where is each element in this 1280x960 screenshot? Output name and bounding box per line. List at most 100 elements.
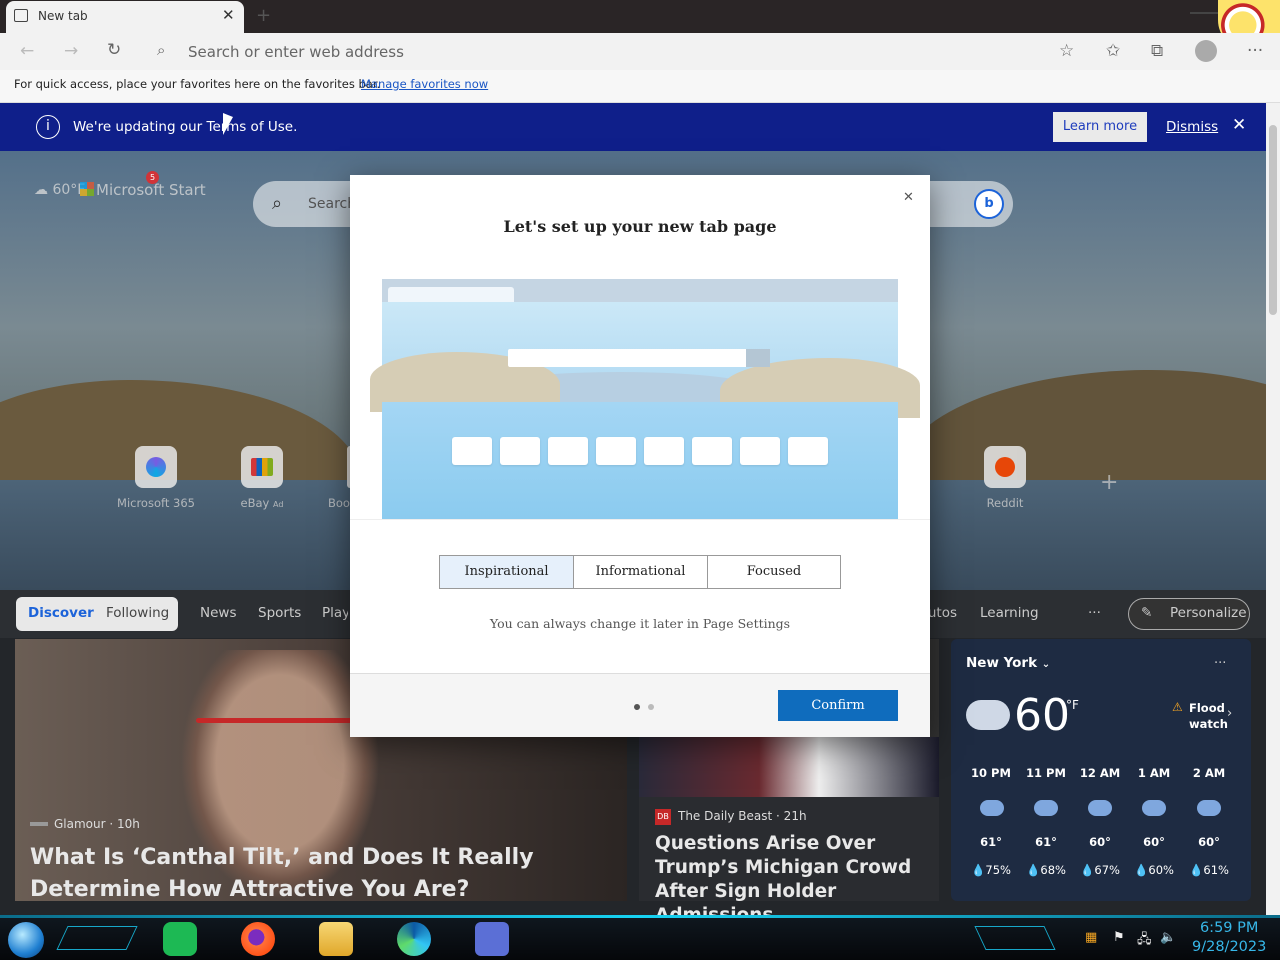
info-icon: i	[36, 115, 60, 139]
weather-more-icon[interactable]: ···	[1214, 656, 1226, 671]
mouse-cursor-icon	[223, 113, 233, 135]
edge-icon[interactable]	[397, 922, 431, 956]
add-quicklink-icon[interactable]: +	[1100, 470, 1118, 495]
new-tab-button[interactable]: +	[256, 5, 271, 26]
hour-temp: 60°	[1089, 835, 1111, 849]
notification-badge[interactable]: 5	[146, 171, 159, 184]
collections-icon[interactable]: ⧉	[1151, 41, 1163, 61]
screen: New tab ✕ + ← → ↻ ⌕ Search or enter web …	[0, 0, 1280, 960]
option-informational[interactable]: Informational	[573, 555, 708, 589]
chevron-right-icon[interactable]: ›	[1227, 706, 1232, 721]
hour-precip: 💧61%	[1189, 863, 1229, 877]
learn-more-button[interactable]: Learn more	[1053, 112, 1147, 142]
quicklink-label: eBay Ad	[240, 496, 284, 510]
hour-temp: 61°	[1035, 835, 1057, 849]
hour-time: 12 AM	[1079, 766, 1121, 780]
window-app-icon[interactable]	[475, 922, 509, 956]
tab-learning[interactable]: Learning	[980, 605, 1039, 621]
volume-icon[interactable]: 🔈	[1160, 930, 1176, 945]
bing-chat-icon[interactable]: b	[974, 189, 1004, 219]
rain-icon	[1197, 800, 1221, 816]
source-logo	[30, 822, 48, 826]
quicklink-ebay[interactable]	[241, 446, 283, 488]
close-dialog-icon[interactable]: ✕	[903, 190, 914, 205]
more-icon[interactable]: ···	[1247, 41, 1263, 61]
search-icon: ⌕	[157, 41, 166, 59]
personalize-icon: ✎	[1141, 605, 1153, 621]
weather-temp: 60	[1014, 690, 1070, 741]
profile-avatar[interactable]	[1195, 40, 1217, 62]
microsoft365-icon	[146, 457, 166, 477]
banner-text: We're updating our Terms of Use.	[73, 119, 298, 135]
preview-search	[508, 349, 770, 367]
hour-time: 10 PM	[971, 766, 1011, 780]
search-icon: ⌕	[272, 193, 283, 214]
hour-temp: 60°	[1198, 835, 1220, 849]
weather-city[interactable]: New York ⌄	[966, 655, 1050, 671]
dismiss-link[interactable]: Dismiss	[1166, 119, 1218, 135]
hour-temp: 60°	[1143, 835, 1165, 849]
page-dot-active[interactable]	[634, 704, 640, 710]
hour-precip: 💧60%	[1134, 863, 1174, 877]
tab-close-icon[interactable]: ✕	[222, 6, 235, 24]
hour-precip: 💧75%	[971, 863, 1011, 877]
tab-following[interactable]: Following	[106, 605, 169, 621]
web-search-placeholder[interactable]: Search	[308, 196, 356, 212]
back-icon[interactable]: ←	[20, 41, 34, 61]
confirm-button[interactable]: Confirm	[778, 690, 898, 721]
favorites-hint: For quick access, place your favorites h…	[14, 77, 381, 91]
start-button[interactable]	[8, 922, 44, 958]
clock-date: 9/28/2023	[1192, 939, 1267, 955]
close-banner-icon[interactable]: ✕	[1232, 115, 1246, 135]
tab-discover[interactable]: Discover	[28, 605, 94, 621]
tab-play[interactable]: Play	[322, 605, 348, 621]
quicklink-microsoft365[interactable]	[135, 446, 177, 488]
rain-icon	[1034, 800, 1058, 816]
address-placeholder[interactable]: Search or enter web address	[188, 43, 404, 61]
notes-app-icon[interactable]	[163, 922, 197, 956]
favorites-icon[interactable]: ✩	[1106, 41, 1120, 61]
card-headline[interactable]: Questions Arise Over Trump’s Michigan Cr…	[655, 832, 931, 928]
quicklink-label: Microsoft 365	[117, 496, 195, 510]
firefox-icon[interactable]	[241, 922, 275, 956]
preview-search-button	[746, 349, 770, 367]
hour-temp: 61°	[980, 835, 1002, 849]
weather-mini[interactable]: ☁ 60°F	[34, 182, 85, 198]
refresh-icon[interactable]: ↻	[107, 40, 121, 60]
rain-cloud-icon	[966, 700, 1010, 730]
tab-news[interactable]: News	[200, 605, 236, 621]
weather-alert[interactable]: Flood watch	[1189, 700, 1228, 732]
manage-favorites-link[interactable]: Manage favorites now	[361, 77, 488, 91]
option-inspirational[interactable]: Inspirational	[439, 555, 574, 589]
network-icon[interactable]: 🖧	[1137, 930, 1152, 952]
hour-time: 11 PM	[1026, 766, 1066, 780]
quicklink-reddit[interactable]	[984, 446, 1026, 488]
tab-sports[interactable]: Sports	[258, 605, 301, 621]
tray-app-icon[interactable]: ▦	[1085, 930, 1097, 945]
new-tab-icon	[14, 9, 28, 22]
personalize-label: Personalize	[1170, 605, 1247, 621]
tab-autos[interactable]: Autos	[930, 605, 957, 621]
rain-icon	[980, 800, 1004, 816]
more-topics-icon[interactable]: ···	[1088, 605, 1101, 621]
file-explorer-icon[interactable]	[319, 922, 353, 956]
dialog-title: Let's set up your new tab page	[503, 217, 777, 236]
weather-unit: °F	[1066, 698, 1079, 712]
weather-city-label: New York	[966, 655, 1038, 671]
system-clock[interactable]: 6:59 PM 9/28/2023	[1192, 919, 1266, 957]
preview-tile	[692, 437, 732, 465]
page-dot[interactable]	[648, 704, 654, 710]
card-headline[interactable]: What Is ‘Canthal Tilt,’ and Does It Real…	[30, 842, 610, 906]
add-favorite-icon[interactable]: ☆	[1059, 41, 1074, 61]
hour-time: 1 AM	[1137, 766, 1171, 780]
card-image	[639, 737, 939, 797]
dialog-divider	[350, 519, 930, 520]
flag-icon[interactable]: ⚑	[1113, 930, 1125, 945]
scrollbar-thumb[interactable]	[1269, 125, 1277, 315]
clock-time: 6:59 PM	[1199, 920, 1259, 936]
preview-tile	[596, 437, 636, 465]
preview-tile	[500, 437, 540, 465]
minimize-icon[interactable]	[1190, 12, 1220, 22]
forward-icon[interactable]: →	[64, 41, 78, 61]
option-focused[interactable]: Focused	[707, 555, 841, 589]
